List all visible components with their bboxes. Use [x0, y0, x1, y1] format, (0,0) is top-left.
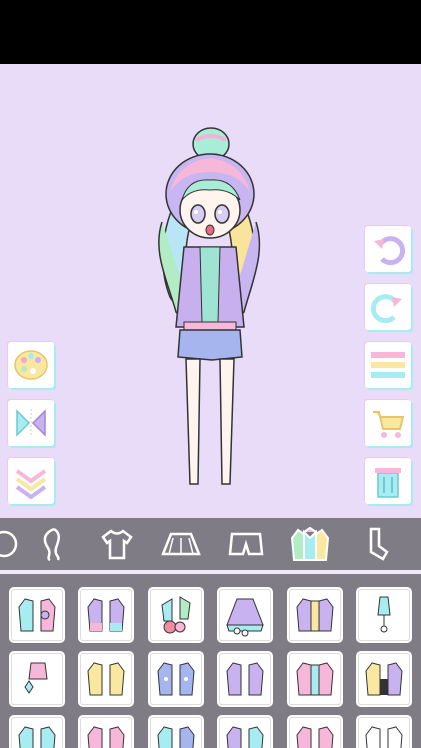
- jacket-icon: [290, 526, 330, 561]
- item-jacket-14[interactable]: [80, 717, 132, 748]
- jacket-item-icon: [226, 726, 264, 748]
- jacket-item-icon: [18, 726, 56, 748]
- jacket-item-icon: [377, 596, 391, 633]
- accessory-icon: [0, 530, 18, 558]
- category-socks[interactable]: [355, 524, 395, 564]
- cart-button[interactable]: [365, 400, 411, 446]
- item-jacket-7[interactable]: [11, 653, 63, 705]
- redo-button[interactable]: [365, 284, 411, 330]
- item-jacket-18[interactable]: [358, 717, 410, 748]
- jacket-item-icon: [365, 726, 403, 748]
- cart-icon: [373, 411, 405, 438]
- category-shirt[interactable]: [97, 524, 137, 564]
- flip-button[interactable]: [8, 400, 54, 446]
- redo-icon: [370, 294, 402, 324]
- jacket-item-icon: [296, 726, 334, 748]
- jacket-item-icon: [157, 662, 195, 696]
- item-jacket-11[interactable]: [289, 653, 341, 705]
- menu-icon: [371, 352, 405, 378]
- jacket-item-icon: [24, 662, 48, 694]
- item-jacket-3[interactable]: [150, 589, 202, 641]
- category-bar: [0, 518, 421, 570]
- hoodie-item-icon: [365, 662, 403, 696]
- trash-icon: [375, 468, 401, 498]
- item-jacket-5[interactable]: [289, 589, 341, 641]
- socks-icon: [369, 527, 389, 561]
- jacket-item-icon: [87, 726, 125, 748]
- item-jacket-15[interactable]: [150, 717, 202, 748]
- category-skirt[interactable]: [161, 524, 201, 564]
- top-black-bar: [0, 0, 421, 64]
- jacket-item-icon: [87, 662, 125, 696]
- category-accessory[interactable]: [0, 524, 24, 564]
- flip-icon: [16, 409, 46, 437]
- menu-button[interactable]: [365, 342, 411, 388]
- category-jacket[interactable]: [290, 524, 330, 564]
- item-jacket-12[interactable]: [358, 653, 410, 705]
- jacket-item-icon: [18, 598, 56, 632]
- item-jacket-9[interactable]: [150, 653, 202, 705]
- item-grid: [0, 574, 421, 748]
- item-jacket-4[interactable]: [219, 589, 271, 641]
- item-jacket-17[interactable]: [289, 717, 341, 748]
- undo-icon: [374, 236, 406, 266]
- jacket-item-icon: [226, 662, 264, 696]
- dress-item-icon: [226, 598, 264, 637]
- trash-button[interactable]: [365, 458, 411, 504]
- skirt-icon: [161, 532, 201, 556]
- chevron-down-icon: [15, 469, 47, 499]
- palette-button[interactable]: [8, 342, 54, 388]
- jacket-item-icon: [161, 596, 191, 634]
- item-jacket-8[interactable]: [80, 653, 132, 705]
- jacket-item-icon: [296, 598, 334, 632]
- character-figure[interactable]: [148, 122, 273, 494]
- character-stage: [0, 64, 421, 518]
- category-shorts[interactable]: [226, 524, 266, 564]
- item-jacket-16[interactable]: [219, 717, 271, 748]
- jacket-item-icon: [157, 726, 195, 748]
- shirt-icon: [101, 529, 133, 560]
- item-jacket-13[interactable]: [11, 717, 63, 748]
- layer-down-button[interactable]: [8, 458, 54, 504]
- item-jacket-1[interactable]: [11, 589, 63, 641]
- jacket-item-icon: [296, 662, 334, 696]
- undo-button[interactable]: [365, 226, 411, 272]
- item-jacket-6[interactable]: [358, 589, 410, 641]
- item-jacket-2[interactable]: [80, 589, 132, 641]
- item-jacket-10[interactable]: [219, 653, 271, 705]
- category-hair[interactable]: [32, 524, 72, 564]
- hair-icon: [43, 527, 60, 562]
- jacket-item-icon: [87, 598, 125, 632]
- shorts-icon: [228, 532, 264, 556]
- palette-icon: [14, 350, 48, 380]
